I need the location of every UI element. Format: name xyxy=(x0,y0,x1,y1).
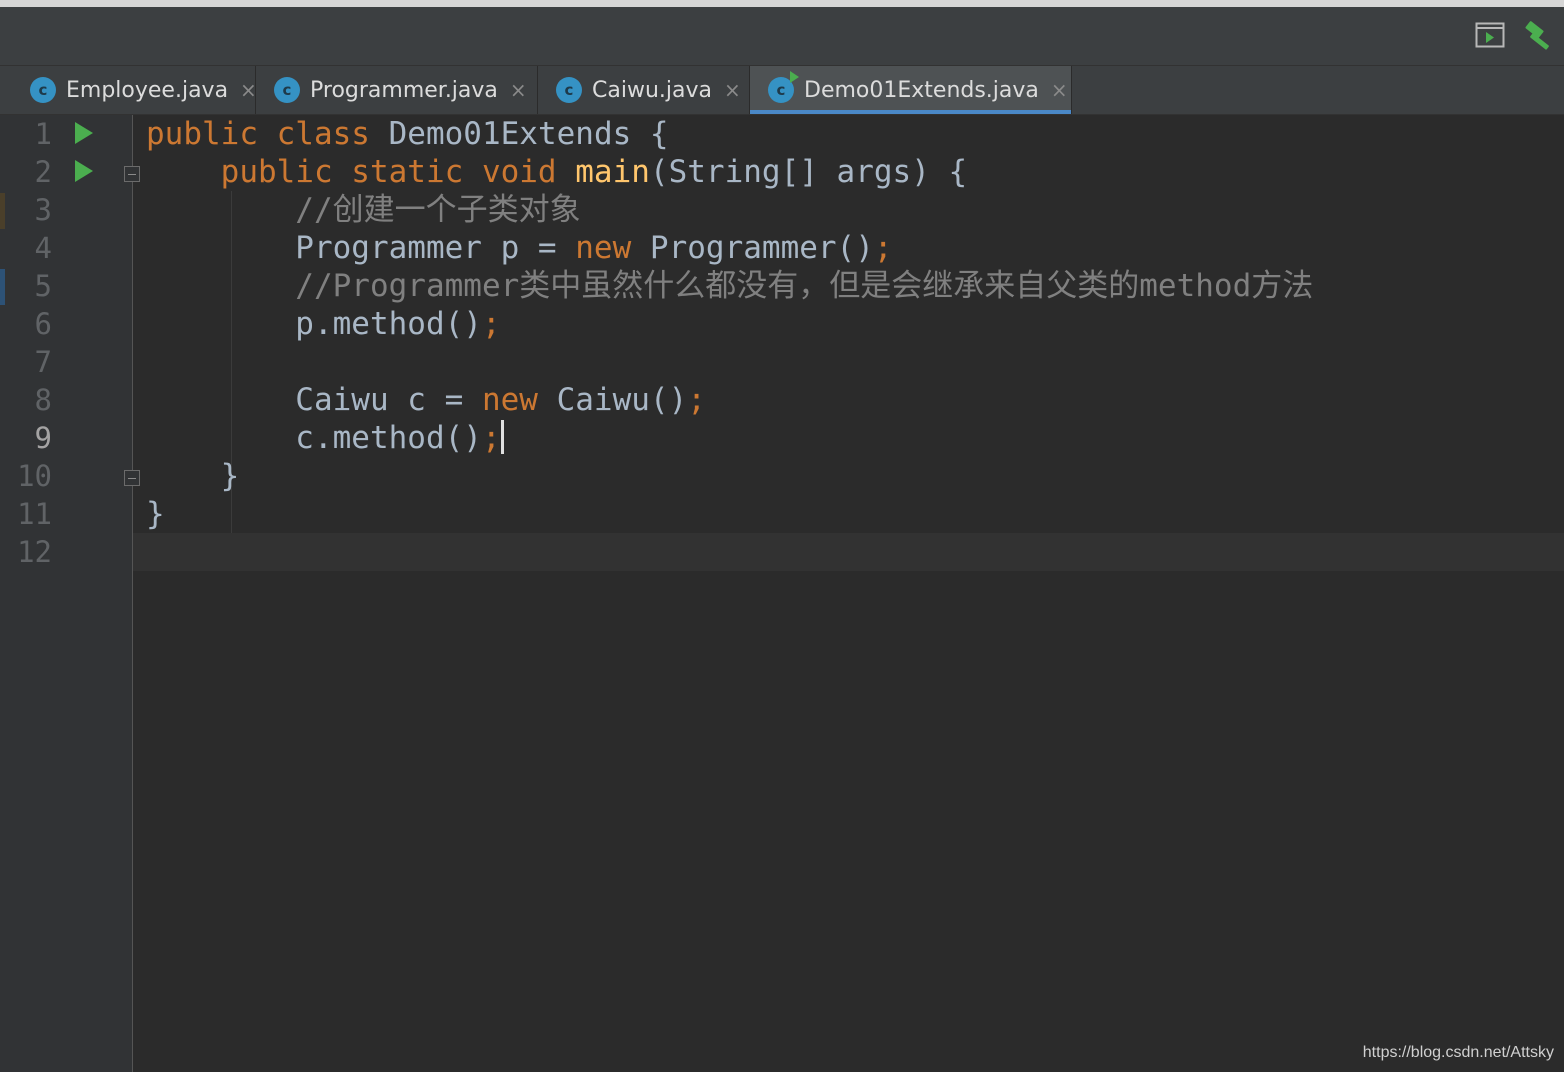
code-token: new xyxy=(481,382,557,418)
close-icon[interactable]: × xyxy=(1051,78,1068,102)
code-token: ; xyxy=(873,230,893,266)
tab-label: Demo01Extends.java xyxy=(804,77,1039,103)
code-token: } xyxy=(146,496,165,532)
code-editor[interactable]: 1 2 3 4 5 6 7 8 9 10 11 12 public class Demo01Exten… xyxy=(0,115,1564,1072)
hammer-build-icon xyxy=(1525,21,1549,50)
code-line[interactable]: Caiwu c = new Caiwu(); xyxy=(146,381,706,419)
window-top-edge xyxy=(0,0,1564,7)
code-token: Programmer p = xyxy=(146,230,576,266)
class-icon: c xyxy=(556,77,582,103)
class-icon: c xyxy=(274,77,300,103)
line-number: 8 xyxy=(34,383,52,417)
tab-caiwu-java[interactable]: c Caiwu.java × xyxy=(538,66,750,114)
code-line[interactable]: Programmer p = new Programmer(); xyxy=(146,229,893,267)
build-button[interactable] xyxy=(1522,17,1558,53)
editor-gutter: 1 2 3 4 5 6 7 8 9 10 11 12 xyxy=(0,115,140,1072)
code-token: //创建一个子类对象 xyxy=(146,192,581,228)
tab-programmer-java[interactable]: c Programmer.java × xyxy=(256,66,538,114)
code-token: public class xyxy=(146,116,389,152)
code-token: public static void xyxy=(220,154,576,190)
tab-demo01extends-java[interactable]: c Demo01Extends.java × xyxy=(750,66,1072,114)
editor-tab-bar: c Employee.java × c Programmer.java × c … xyxy=(0,66,1564,115)
code-token: Caiwu c = xyxy=(146,382,482,418)
watermark: https://blog.csdn.net/Attsky xyxy=(1362,1044,1554,1061)
toolbar xyxy=(0,7,1564,66)
code-token: ; xyxy=(481,420,501,456)
tab-employee-java[interactable]: c Employee.java × xyxy=(8,66,257,114)
code-token: Programmer() xyxy=(649,230,874,266)
code-line[interactable]: //创建一个子类对象 xyxy=(146,191,581,229)
close-icon[interactable]: × xyxy=(240,78,257,102)
code-line[interactable]: } xyxy=(146,457,240,495)
run-configuration-button[interactable] xyxy=(1472,17,1508,53)
code-token: main xyxy=(575,154,650,190)
code-token: c.method() xyxy=(146,420,482,456)
code-line[interactable]: c.method(); xyxy=(146,419,504,457)
code-token: (String[] args) { xyxy=(649,154,968,190)
tab-label: Programmer.java xyxy=(310,77,498,103)
ide-window: c Employee.java × c Programmer.java × c … xyxy=(0,0,1564,1072)
text-cursor xyxy=(500,420,504,454)
line-number: 10 xyxy=(17,459,52,493)
line-number: 3 xyxy=(34,193,52,227)
code-token: ; xyxy=(481,306,501,342)
line-number: 11 xyxy=(17,497,52,531)
close-icon[interactable]: × xyxy=(510,78,527,102)
code-token: p.method() xyxy=(146,306,482,342)
line-number: 12 xyxy=(17,535,52,569)
class-icon: c xyxy=(30,77,56,103)
fold-icon[interactable] xyxy=(124,470,140,486)
code-token: Caiwu() xyxy=(556,382,688,418)
line-number: 6 xyxy=(34,307,52,341)
code-token: //Programmer类中虽然什么都没有，但是会继承来自父类的method方法 xyxy=(146,268,1314,304)
run-main-method-icon[interactable] xyxy=(75,160,93,182)
run-main-class-icon[interactable] xyxy=(75,122,93,144)
code-line[interactable]: } xyxy=(146,495,165,533)
close-icon[interactable]: × xyxy=(724,78,741,102)
code-line[interactable]: //Programmer类中虽然什么都没有，但是会继承来自父类的method方法 xyxy=(146,267,1313,305)
line-number: 7 xyxy=(34,345,52,379)
line-number: 2 xyxy=(34,155,52,189)
code-token: new xyxy=(575,230,650,266)
line-number: 5 xyxy=(34,269,52,303)
current-line-highlight xyxy=(132,533,1564,571)
line-number: 1 xyxy=(34,117,52,151)
runnable-class-icon: c xyxy=(768,71,799,103)
tab-label: Employee.java xyxy=(66,77,229,103)
code-token: ; xyxy=(687,382,706,418)
run-configuration-icon xyxy=(1475,22,1505,48)
code-line[interactable]: public static void main(String[] args) { xyxy=(146,153,968,191)
line-number: 9 xyxy=(34,421,52,455)
code-token: } xyxy=(146,458,240,494)
code-line[interactable]: p.method(); xyxy=(146,305,501,343)
fold-icon[interactable] xyxy=(124,166,140,182)
code-line[interactable]: public class Demo01Extends { xyxy=(146,115,669,153)
code-token: Demo01Extends { xyxy=(388,116,669,152)
line-number: 4 xyxy=(34,231,52,265)
tab-label: Caiwu.java xyxy=(592,77,712,103)
